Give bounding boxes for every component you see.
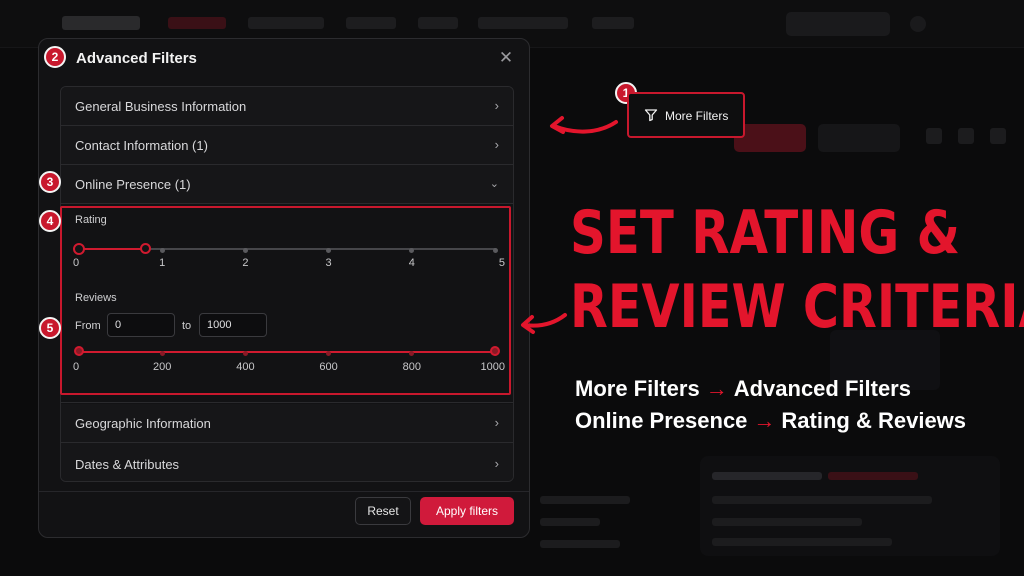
modal-header: Advanced Filters ✕ [39, 39, 529, 79]
chevron-right-icon: › [494, 98, 499, 113]
rating-reviews-highlight [60, 206, 511, 395]
step-badge-4: 4 [39, 210, 61, 232]
arrow-right-icon: → [753, 408, 776, 433]
chevron-right-icon: › [494, 456, 499, 471]
arrow-right-icon: → [705, 376, 728, 401]
pointer-arrow-icon [521, 313, 567, 334]
chevron-down-icon: ⌄ [489, 178, 499, 190]
accordion-item-contact-information[interactable]: Contact Information (1) › [61, 126, 513, 165]
filter-icon [644, 109, 658, 122]
navigation-path-1: More Filters → Advanced Filters [575, 376, 911, 402]
background-text [828, 472, 918, 480]
modal-footer-divider [39, 491, 529, 492]
background-detail-panel [700, 456, 1000, 556]
background-icon [926, 128, 942, 144]
background-nav-item [478, 17, 568, 29]
accordion-label: General Business Information [75, 99, 247, 114]
accordion-label: Geographic Information [75, 416, 211, 431]
background-text [540, 518, 600, 526]
path-step: Online Presence [575, 408, 748, 433]
background-nav-item [418, 17, 458, 29]
accordion-label: Dates & Attributes [75, 457, 180, 472]
background-text [712, 538, 892, 546]
step-badge-5: 5 [39, 317, 61, 339]
accordion-item-dates-attributes[interactable]: Dates & Attributes › [61, 443, 513, 481]
background-avatar [910, 16, 926, 32]
background-logo [62, 16, 140, 30]
close-icon[interactable]: ✕ [497, 49, 515, 67]
background-icon [958, 128, 974, 144]
path-step: Rating & Reviews [781, 408, 967, 433]
chevron-right-icon: › [494, 137, 499, 152]
path-step: More Filters [575, 376, 700, 401]
path-step: Advanced Filters [733, 376, 911, 401]
headline-line-1: SET RATING & [570, 198, 961, 268]
modal-title: Advanced Filters [76, 50, 197, 67]
background-text [712, 472, 822, 480]
step-badge-3: 3 [39, 171, 61, 193]
headline-line-2: REVIEW CRITERIA [570, 272, 1024, 342]
background-nav-item [248, 17, 324, 29]
accordion-item-general-business[interactable]: General Business Information › [61, 87, 513, 126]
background-nav-item [592, 17, 634, 29]
more-filters-button[interactable]: More Filters [627, 92, 745, 138]
background-text [712, 496, 932, 504]
background-nav-item [168, 17, 226, 29]
background-text [540, 496, 630, 504]
apply-filters-button[interactable]: Apply filters [420, 497, 514, 525]
background-text [712, 518, 862, 526]
accordion-item-geographic-information[interactable]: Geographic Information › [61, 404, 513, 443]
chevron-right-icon: › [494, 415, 499, 430]
background-nav-item [346, 17, 396, 29]
navigation-path-2: Online Presence → Rating & Reviews [575, 408, 966, 434]
pointer-arrow-icon [550, 116, 618, 134]
background-icon [990, 128, 1006, 144]
step-badge-2: 2 [44, 46, 66, 68]
accordion-item-online-presence[interactable]: Online Presence (1) ⌄ [61, 165, 513, 204]
background-download-button [818, 124, 900, 152]
background-cta-button [786, 12, 890, 36]
background-text [540, 540, 620, 548]
accordion-label: Contact Information (1) [75, 138, 208, 153]
reset-button[interactable]: Reset [355, 497, 411, 525]
more-filters-label: More Filters [665, 109, 729, 123]
accordion-label: Online Presence (1) [75, 177, 191, 192]
